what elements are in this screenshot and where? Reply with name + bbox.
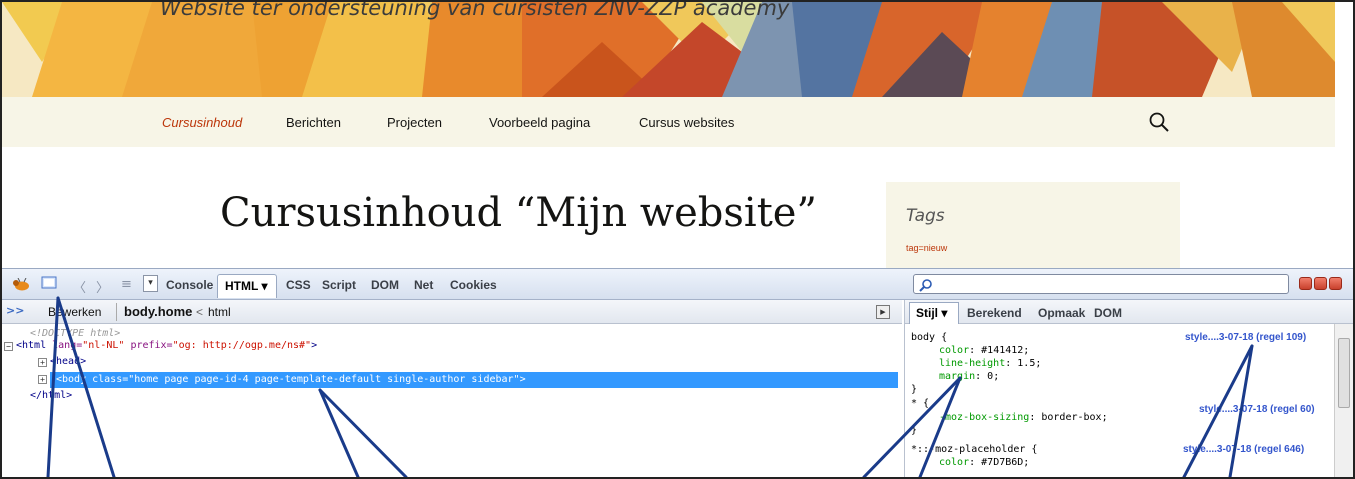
- toolbar-divider: [116, 303, 117, 321]
- tab-stijl-label: Stijl ▾: [916, 306, 948, 320]
- html-node[interactable]: − <html lang="nl-NL" prefix="og: http://o…: [4, 340, 317, 352]
- css-property[interactable]: line-height: 1.5;: [939, 358, 1041, 370]
- tab-cookies[interactable]: Cookies: [450, 278, 497, 292]
- collapse-icon[interactable]: −: [4, 342, 13, 351]
- tab-dom[interactable]: DOM: [371, 278, 399, 292]
- html-close-node: </html>: [30, 390, 73, 401]
- site-tagline: Website ter ondersteuning van cursisten …: [160, 2, 790, 20]
- nav-item-voorbeeld-pagina[interactable]: Voorbeeld pagina: [489, 115, 590, 130]
- expand-icon[interactable]: +: [38, 358, 47, 367]
- html-tree: <!DOCTYPE html> − <html lang="nl-NL" pref…: [2, 324, 902, 477]
- forward-arrow-icon[interactable]: 〉: [96, 277, 109, 296]
- sidebar-tag-link[interactable]: tag=nieuw: [906, 243, 947, 253]
- html-panel-toolbar: >> Bewerken body.home < html ▶: [2, 300, 902, 324]
- tab-opmaak[interactable]: Opmaak: [1038, 306, 1085, 320]
- breadcrumb-html[interactable]: html: [208, 305, 231, 319]
- inspect-element-icon[interactable]: [41, 275, 57, 295]
- firebug-logo-icon[interactable]: [12, 277, 30, 296]
- css-source-link[interactable]: style....3-07-18 (regel 109): [1185, 332, 1306, 344]
- tab-net[interactable]: Net: [414, 278, 433, 292]
- sidebar-widget-title: Tags: [906, 206, 945, 226]
- css-selector: body {: [911, 332, 948, 343]
- scrollbar-thumb[interactable]: [1338, 338, 1350, 408]
- expand-icon[interactable]: +: [38, 375, 47, 384]
- firebug-search-input[interactable]: [913, 274, 1289, 294]
- tab-css[interactable]: CSS: [286, 278, 311, 292]
- tab-console[interactable]: Console: [166, 278, 213, 292]
- site-header-banner: Website ter ondersteuning van cursisten …: [2, 2, 1335, 97]
- tab-html[interactable]: HTML ▾: [217, 274, 277, 298]
- nav-item-cursusinhoud[interactable]: Cursusinhoud: [162, 115, 242, 130]
- css-property[interactable]: -moz-box-sizing: border-box;: [939, 412, 1108, 424]
- nav-item-cursus-websites[interactable]: Cursus websites: [639, 115, 734, 130]
- body-node-text: <body class="home page page-id-4 page-te…: [56, 374, 526, 385]
- css-closing-brace: }: [911, 425, 918, 436]
- firebug-toolbar: 〈 〉 ≡ ▾ Console HTML ▾ CSS Script DOM Ne…: [2, 268, 1353, 300]
- nav-item-projecten[interactable]: Projecten: [387, 115, 442, 130]
- css-closing-brace: }: [911, 384, 918, 395]
- breadcrumb-body[interactable]: body.home: [124, 304, 192, 319]
- sidebar-widget: Tags tag=nieuw: [886, 182, 1180, 268]
- back-arrow-icon[interactable]: 〈: [73, 277, 86, 296]
- tab-dom-side[interactable]: DOM: [1094, 306, 1122, 320]
- css-source-link[interactable]: style....3-07-18 (regel 646): [1183, 444, 1304, 456]
- nav-item-berichten[interactable]: Berichten: [286, 115, 341, 130]
- minimize-icon[interactable]: [1299, 277, 1312, 290]
- close-icon[interactable]: [1329, 277, 1342, 290]
- website-viewport: Website ter ondersteuning van cursisten …: [2, 2, 1335, 268]
- tab-html-label: HTML ▾: [225, 279, 268, 293]
- css-property[interactable]: margin: 0;: [939, 371, 999, 383]
- css-property[interactable]: color: #7D7B6D;: [939, 457, 1029, 469]
- edit-button[interactable]: Bewerken: [48, 305, 101, 319]
- head-node[interactable]: + <head>: [38, 356, 86, 368]
- dropdown-arrow-icon[interactable]: ▾: [143, 275, 158, 292]
- inspect-arrows-icon[interactable]: >>: [6, 304, 24, 317]
- breadcrumb-separator: <: [196, 305, 204, 319]
- css-property[interactable]: color: #141412;: [939, 345, 1029, 357]
- css-rules-panel: body { style....3-07-18 (regel 109) colo…: [904, 324, 1334, 477]
- detach-icon[interactable]: [1314, 277, 1327, 290]
- css-selector: * {: [911, 398, 930, 409]
- tab-berekend[interactable]: Berekend: [967, 306, 1022, 320]
- css-source-link[interactable]: style....3-07-18 (regel 60): [1199, 404, 1315, 416]
- css-selector: *::-moz-placeholder {: [911, 444, 1038, 455]
- side-panel-tabs: Stijl ▾ Berekend Opmaak DOM: [904, 300, 1353, 324]
- css-panel-scrollbar[interactable]: [1334, 324, 1353, 477]
- list-menu-icon[interactable]: ≡: [121, 277, 132, 292]
- tab-script[interactable]: Script: [322, 278, 356, 292]
- search-icon[interactable]: [1148, 111, 1170, 137]
- page-title: Cursusinhoud “Mijn website”: [220, 190, 817, 236]
- site-navigation: Cursusinhoud Berichten Projecten Voorbee…: [2, 97, 1335, 147]
- search-icon: [919, 277, 933, 296]
- toggle-side-panel-icon[interactable]: ▶: [876, 305, 890, 319]
- doctype-node: <!DOCTYPE html>: [30, 328, 121, 339]
- tab-stijl[interactable]: Stijl ▾: [909, 302, 959, 324]
- body-node-selected[interactable]: <body class="home page page-id-4 page-te…: [50, 372, 898, 388]
